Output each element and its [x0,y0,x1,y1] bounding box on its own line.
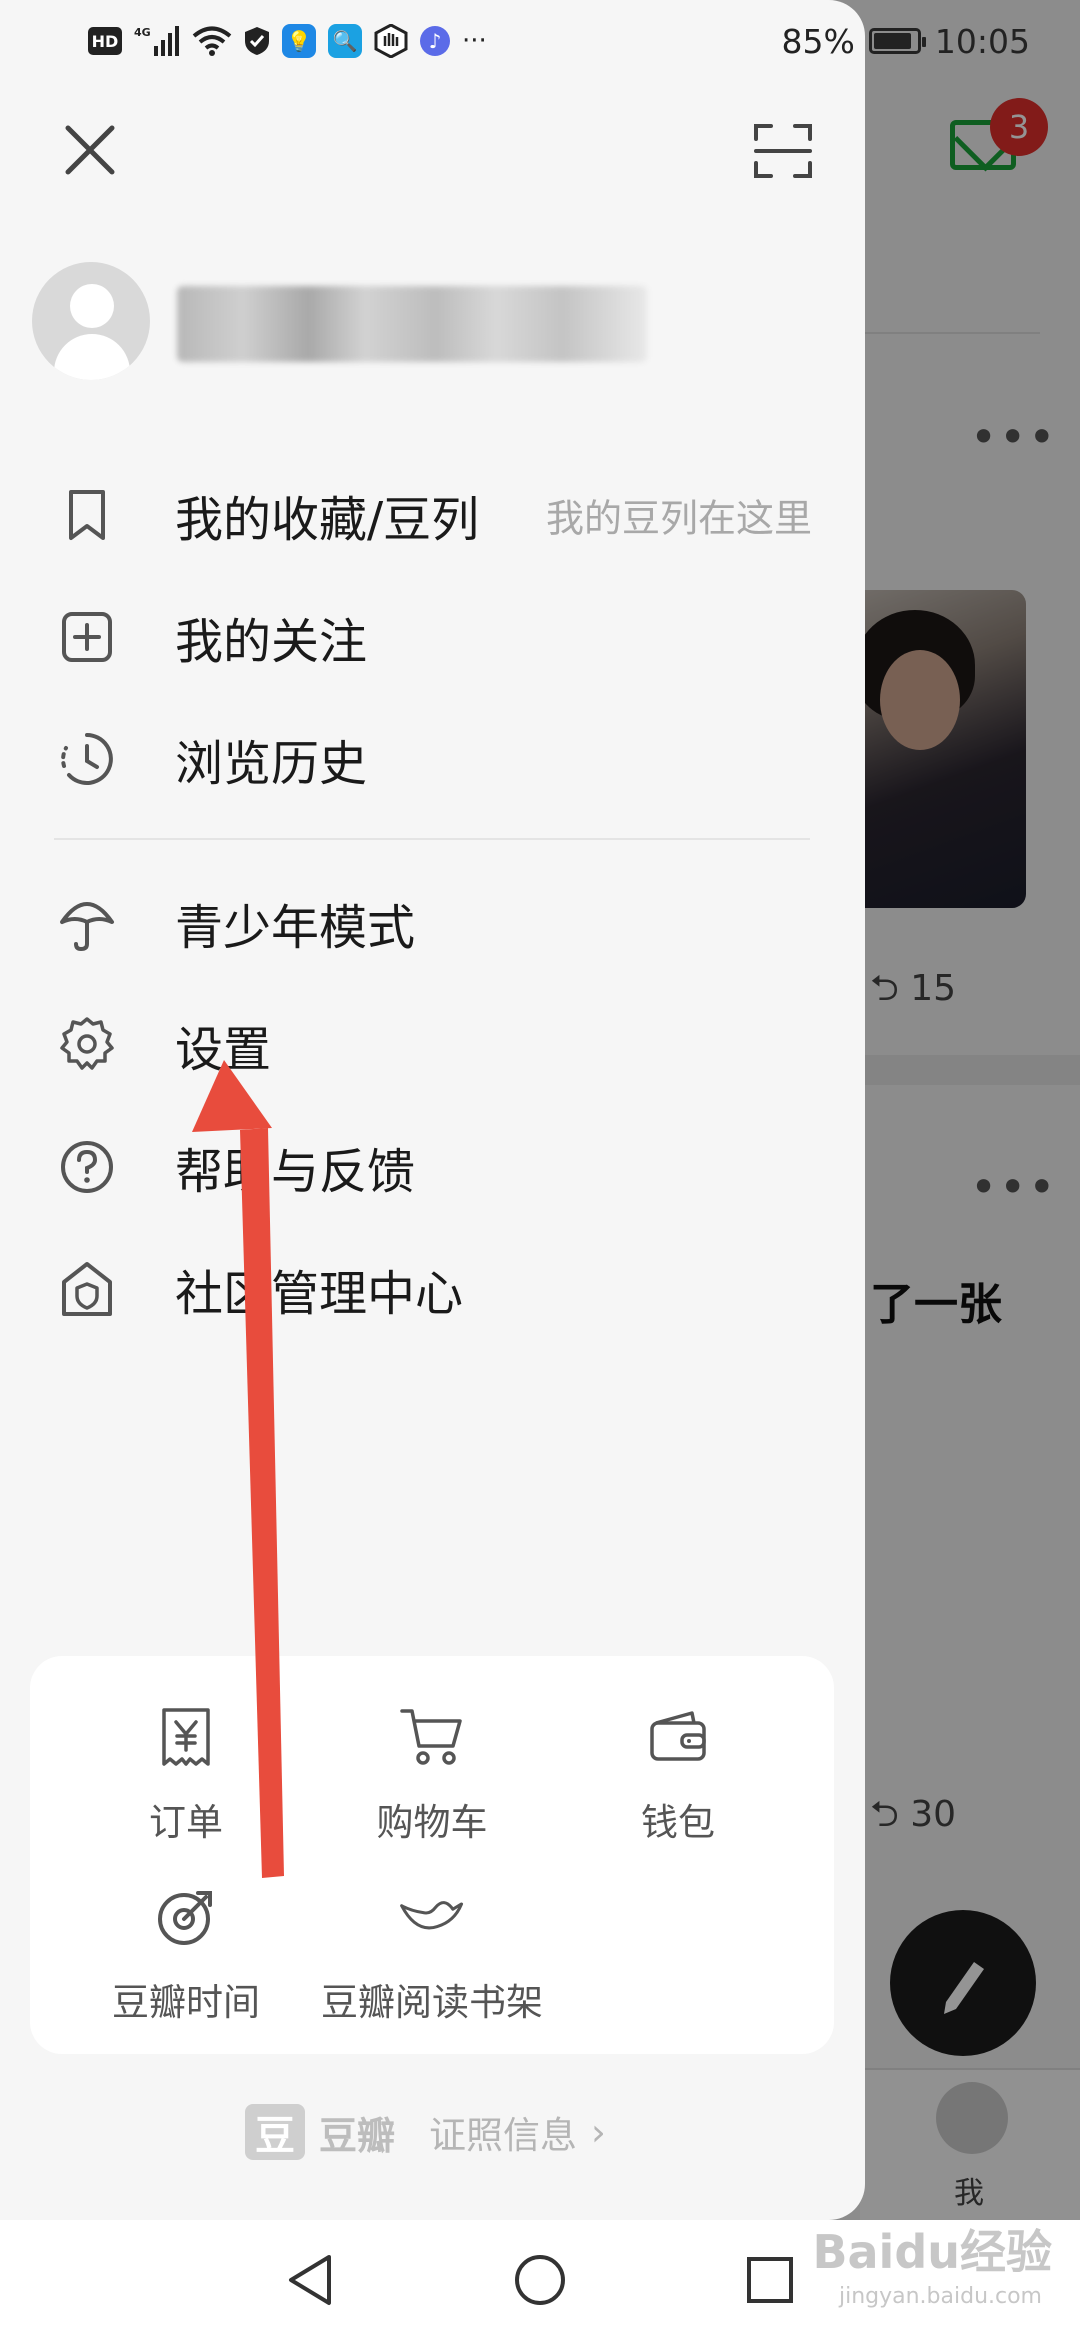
nav-back-button[interactable] [280,2250,340,2310]
battery-icon [868,28,926,54]
umbrella-icon [58,894,116,952]
recents-square-icon [747,2257,793,2303]
menu-item-label: 我的收藏/豆列 [175,492,480,548]
wallet-icon [645,1704,711,1770]
menu-item-label: 帮助与反馈 [175,1144,416,1200]
username-redacted [177,286,647,362]
status-icons-right: 85% 10:05 [782,18,1030,64]
cellular-signal-icon: 4G [134,26,180,56]
home-circle-icon [515,2255,565,2305]
status-icons-left: HD 4G 💡 🔍 ♪ ··· [88,18,487,64]
history-clock-icon [58,730,116,788]
avatar[interactable] [32,262,150,380]
service-reading-shelf[interactable]: 豆瓣阅读书架 [312,1884,552,2034]
service-cart[interactable]: 购物车 [312,1704,552,1854]
menu-item-community-center[interactable]: 社区管理中心 [0,1234,865,1344]
plus-square-icon [58,608,116,666]
douban-logo: 豆 [245,2104,305,2160]
gear-icon [58,1016,116,1074]
service-label: 订单 [149,1801,223,1844]
service-wallet[interactable]: 钱包 [558,1704,798,1854]
menu-item-label: 青少年模式 [175,900,416,956]
drawer-footer: 豆 豆瓣 证照信息 › [245,2100,606,2164]
service-orders[interactable]: 订单 [66,1704,306,1854]
wifi-icon [192,26,232,56]
menu-divider [54,838,810,840]
yen-receipt-icon [153,1704,219,1770]
douban-brand: 豆瓣 [319,2113,396,2158]
service-label: 豆瓣时间 [112,1981,260,2024]
network-type: 4G [134,26,151,39]
hand-app-icon [374,24,408,58]
status-bar: HD 4G 💡 🔍 ♪ ··· 85% 10:05 [0,0,1080,82]
close-button[interactable] [50,110,130,190]
nav-home-button[interactable] [510,2250,570,2310]
back-triangle-icon [289,2255,331,2305]
menu-item-label: 我的关注 [175,614,368,670]
service-douban-time[interactable]: 豆瓣时间 [66,1884,306,2034]
hd-icon: HD [88,27,122,55]
menu-item-help-feedback[interactable]: 帮助与反馈 [0,1112,865,1222]
question-circle-icon [58,1138,116,1196]
scan-icon [754,124,812,178]
lightbulb-app-icon: 💡 [282,24,316,58]
clock: 10:05 [934,21,1030,61]
music-app-icon: ♪ [420,26,450,56]
battery-percent: 85% [781,21,855,61]
service-label: 豆瓣阅读书架 [321,1981,543,2024]
house-shield-icon [58,1260,116,1318]
close-icon [65,125,115,175]
douban-time-icon [153,1884,219,1950]
chevron-right-icon: › [591,2110,606,2154]
menu-item-history[interactable]: 浏览历史 [0,704,865,814]
bookmark-icon [58,486,116,544]
watermark: Baidu经验 [812,2225,1052,2279]
side-drawer: 我的收藏/豆列 我的豆列在这里 我的关注 浏览历史 青少年模式 设置 帮助与反馈 [0,0,865,2220]
scan-button[interactable] [742,110,824,192]
service-label: 钱包 [641,1801,715,1844]
license-info-link[interactable]: 证照信息 [429,2105,577,2159]
shopping-cart-icon [399,1704,465,1770]
services-card: 订单 购物车 钱包 豆瓣时间 豆瓣阅读书架 [30,1656,834,2054]
menu-item-settings[interactable]: 设置 [0,990,865,1100]
menu-item-hint: 我的豆列在这里 [546,496,813,541]
menu-item-favorites[interactable]: 我的收藏/豆列 我的豆列在这里 [0,460,865,570]
bird-icon [399,1884,465,1950]
menu-item-label: 社区管理中心 [175,1266,464,1322]
nav-recents-button[interactable] [740,2250,800,2310]
menu-item-label: 设置 [175,1022,272,1078]
menu-item-label: 浏览历史 [175,736,368,792]
search-app-icon: 🔍 [328,24,362,58]
shield-icon [244,26,270,56]
user-profile[interactable] [32,262,822,380]
menu-item-following[interactable]: 我的关注 [0,582,865,692]
more-notifications-icon: ··· [462,26,487,56]
menu-item-teen-mode[interactable]: 青少年模式 [0,868,865,978]
service-label: 购物车 [376,1801,488,1844]
watermark-url: jingyan.baidu.com [838,2284,1042,2309]
